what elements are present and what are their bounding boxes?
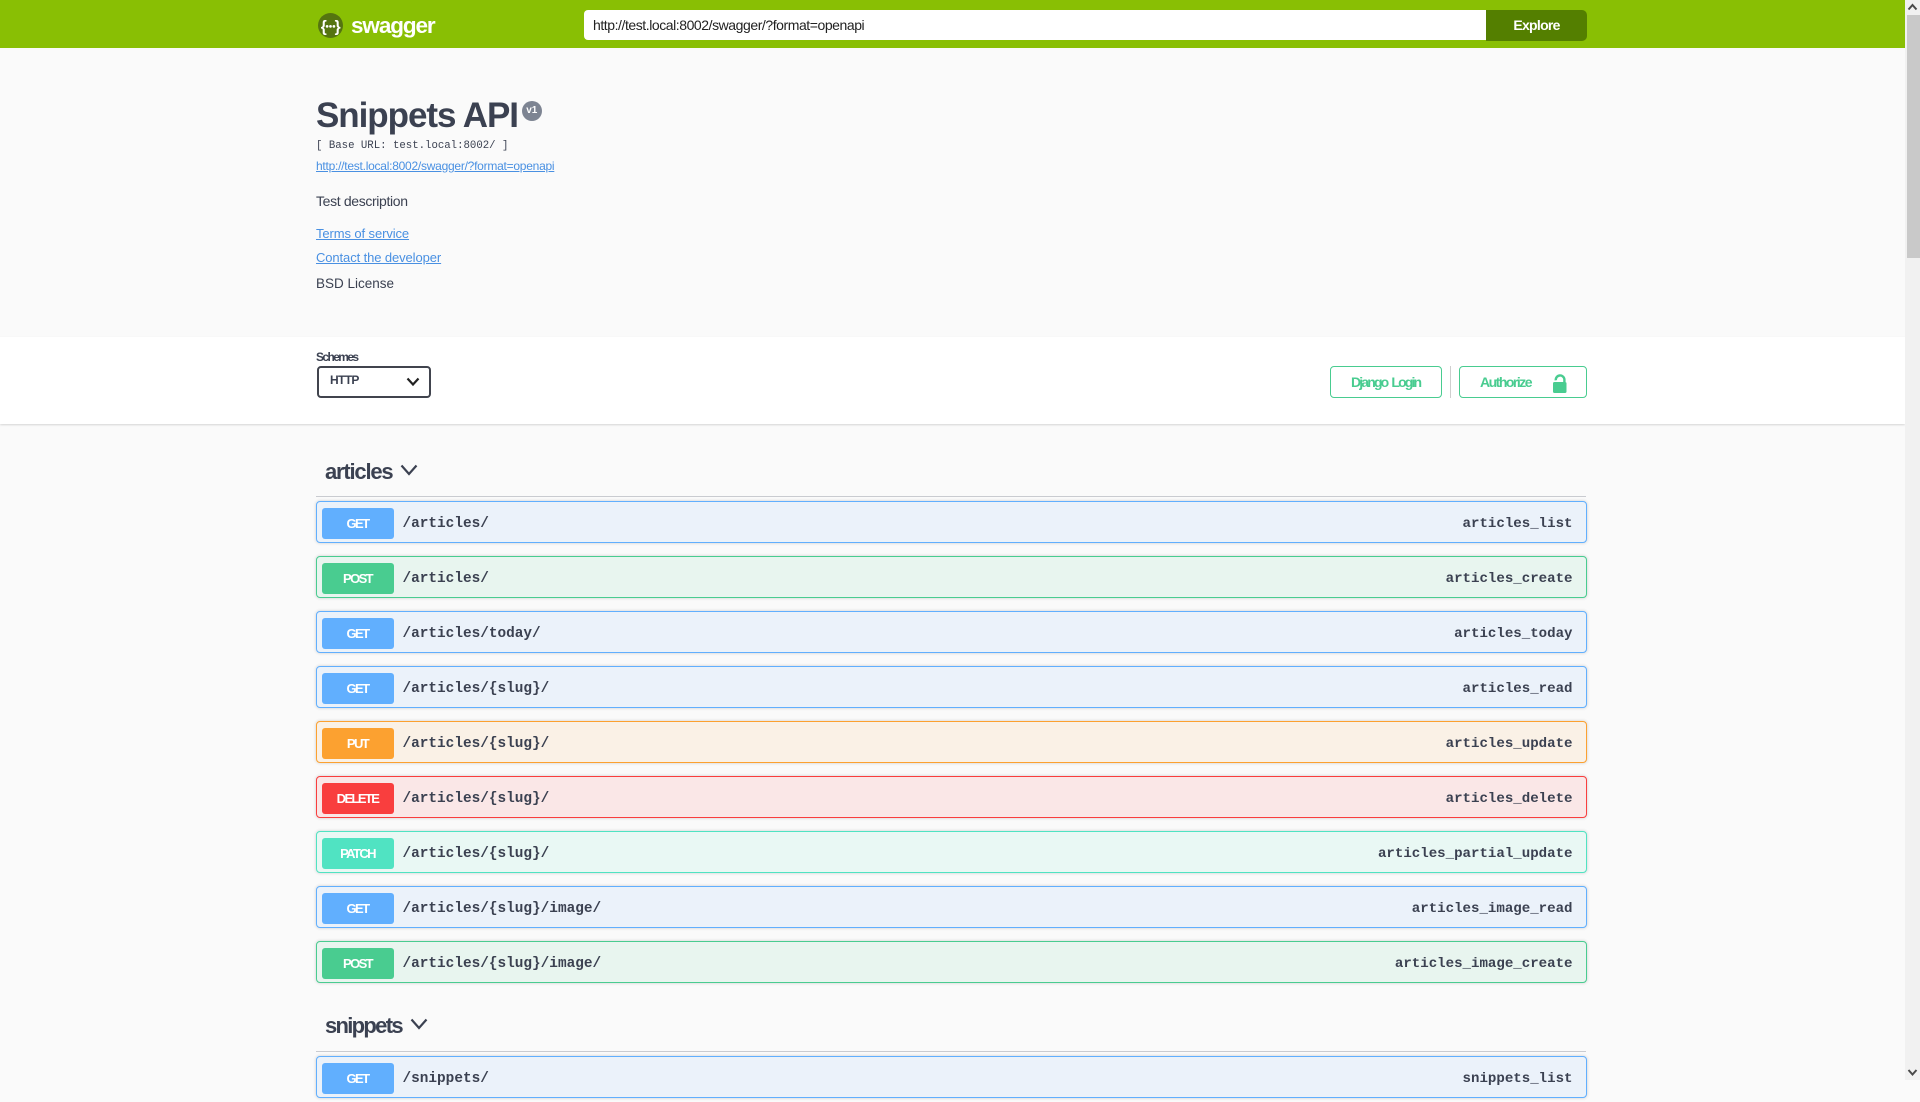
svg-text:}: }	[335, 18, 341, 35]
